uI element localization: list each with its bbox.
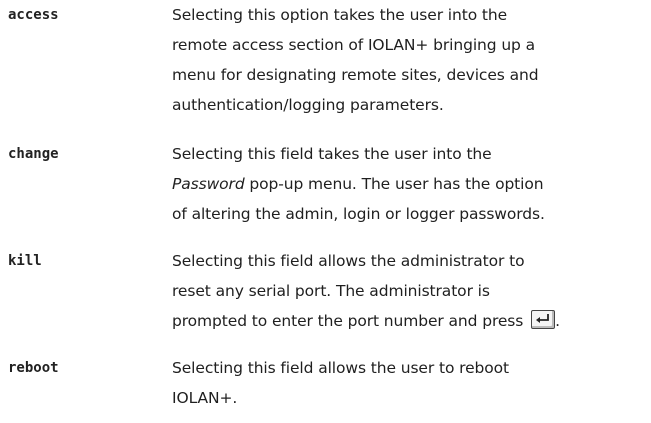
- description-line: Selecting this field allows the user to …: [172, 359, 510, 377]
- description-line: reset any serial port. The administrator…: [172, 282, 490, 300]
- description-line: Selecting this option takes the user int…: [172, 6, 508, 24]
- description-line: authentication/logging parameters.: [172, 96, 444, 114]
- term-change: change: [8, 146, 59, 162]
- description-text: pop-up menu. The user has the option: [244, 175, 544, 193]
- term-kill: kill: [8, 253, 42, 269]
- description-line: Selecting this field allows the administ…: [172, 252, 525, 270]
- description-line: menu for designating remote sites, devic…: [172, 66, 539, 84]
- description-line: Password pop-up menu. The user has the o…: [172, 169, 647, 199]
- term-access: access: [8, 7, 59, 23]
- description-line: of altering the admin, login or logger p…: [172, 205, 545, 223]
- description-line: prompted to enter the port number and pr…: [172, 306, 647, 336]
- description-access: Selecting this option takes the user int…: [172, 0, 647, 120]
- description-reboot: Selecting this field allows the user to …: [172, 353, 647, 413]
- description-change: Selecting this field takes the user into…: [172, 139, 647, 229]
- term-reboot: reboot: [8, 360, 59, 376]
- description-text: prompted to enter the port number and pr…: [172, 312, 524, 330]
- password-menu-name: Password: [172, 175, 245, 193]
- description-line: Selecting this field takes the user into…: [172, 145, 492, 163]
- enter-key-icon: [531, 310, 556, 329]
- description-line: IOLAN+.: [172, 389, 238, 407]
- description-line: remote access section of IOLAN+ bringing…: [172, 36, 536, 54]
- trailing-period: .: [555, 312, 560, 330]
- description-kill: Selecting this field allows the administ…: [172, 246, 647, 336]
